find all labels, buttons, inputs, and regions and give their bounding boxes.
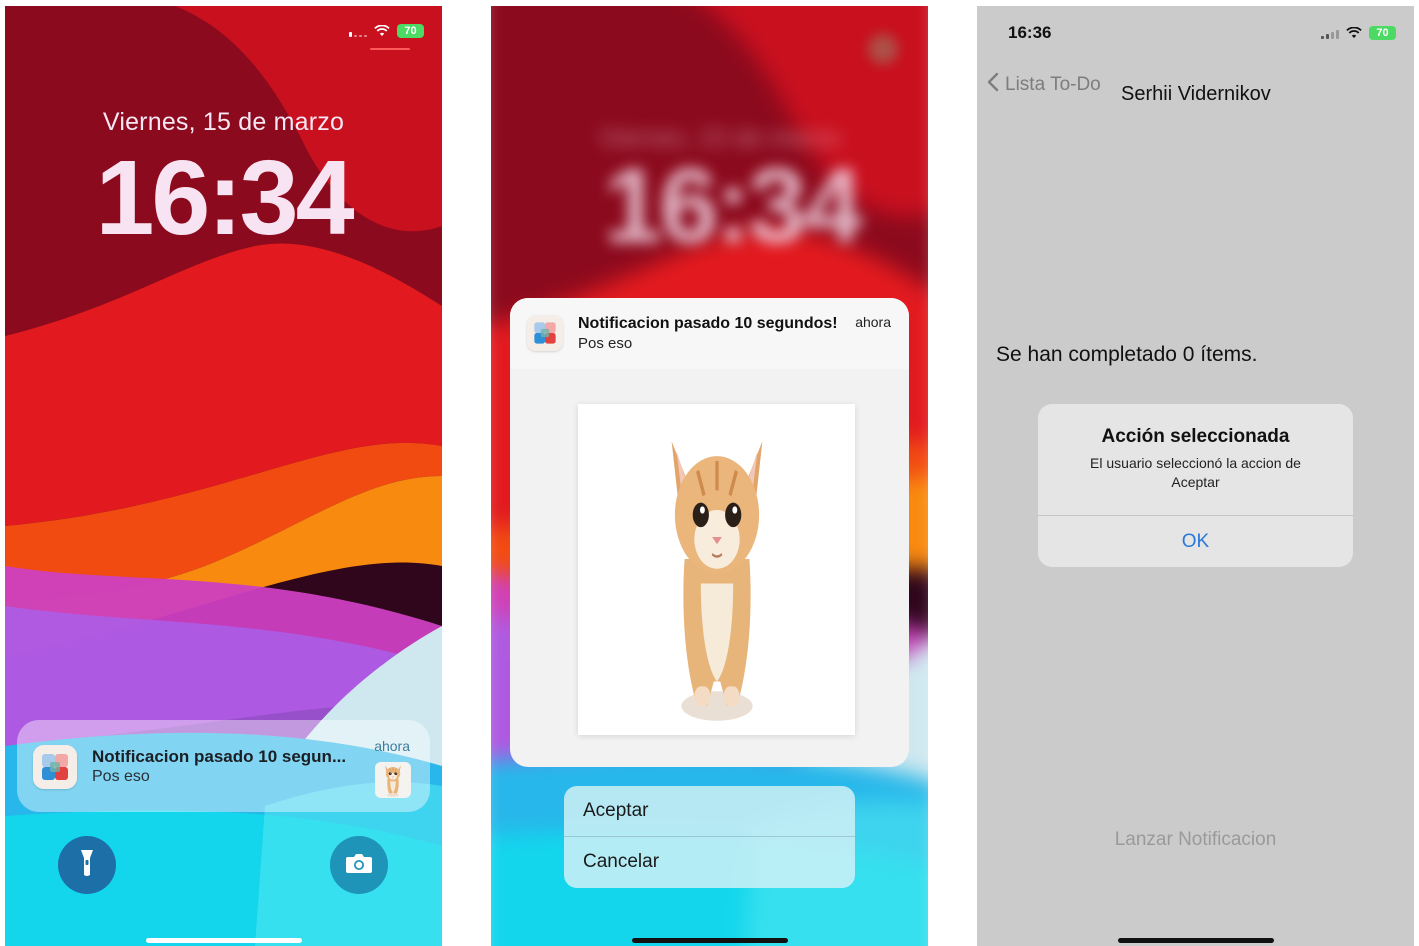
alert-dialog: Acción seleccionada El usuario seleccion… [1038,404,1353,567]
blurred-lock-time: 16:34 [603,147,862,265]
accept-action-button[interactable]: Aceptar [564,786,855,836]
status-bar: 70 [349,24,424,38]
expanded-notification-phone: Viernes, 15 de marzo 16:34 Notificacion … [491,6,928,946]
notification-time: ahora [374,738,410,754]
notification-banner[interactable]: Notificacion pasado 10 segun... Pos eso … [17,720,430,812]
notification-body: Pos eso [578,335,633,352]
signal-icon [349,26,367,37]
status-underline [370,48,410,50]
camera-icon [345,852,373,879]
notification-title: Notificacion pasado 10 segundos! [578,315,838,332]
expanded-notification-card[interactable]: Notificacion pasado 10 segundos! Pos eso… [510,298,909,767]
blurred-status-glow [868,34,898,64]
notification-header: Notificacion pasado 10 segundos! Pos eso… [510,298,909,369]
app-icon [33,745,77,789]
app-screen-phone: 16:36 70 Lista To-Do Serhii Vidernikov S… [977,6,1414,946]
chevron-left-icon [987,72,999,98]
alert-message: El usuario seleccionó la accion de Acept… [1090,455,1301,490]
status-time: 16:36 [1008,23,1052,42]
app-icon [527,315,563,351]
launch-notification-button[interactable]: Lanzar Notificacion [977,829,1414,851]
alert-title: Acción seleccionada [1101,426,1290,447]
alert-ok-button[interactable]: OK [1038,516,1353,567]
completed-count-text: Se han completado 0 ítems. [996,343,1258,366]
camera-button[interactable] [330,836,388,894]
back-button[interactable]: Lista To-Do [987,72,1101,98]
notification-time: ahora [855,314,891,330]
wifi-icon [1346,27,1362,39]
signal-icon [1321,28,1339,39]
home-indicator[interactable] [631,938,788,943]
flashlight-icon [79,848,95,883]
nav-title: Serhii Vidernikov [1121,83,1271,105]
back-label: Lista To-Do [1005,74,1101,95]
notification-thumbnail [375,762,411,798]
cancel-action-button[interactable]: Cancelar [564,837,855,887]
flashlight-button[interactable] [58,836,116,894]
lock-time: 16:34 [95,139,354,257]
status-bar: 70 [1321,26,1396,40]
lock-screen-phone: 70 Viernes, 15 de marzo 16:34 Notificaci… [5,6,442,946]
battery-icon: 70 [397,24,424,38]
notification-actions: Aceptar Cancelar [564,786,855,888]
home-indicator[interactable] [145,938,302,943]
battery-icon: 70 [1369,26,1396,40]
notification-attachment-image [578,404,855,735]
notification-title: Notificacion pasado 10 segun... [92,747,347,766]
notification-body: Pos eso [92,768,150,785]
home-indicator[interactable] [1117,938,1274,943]
wifi-icon [374,25,390,37]
lock-date: Viernes, 15 de marzo [102,108,345,136]
